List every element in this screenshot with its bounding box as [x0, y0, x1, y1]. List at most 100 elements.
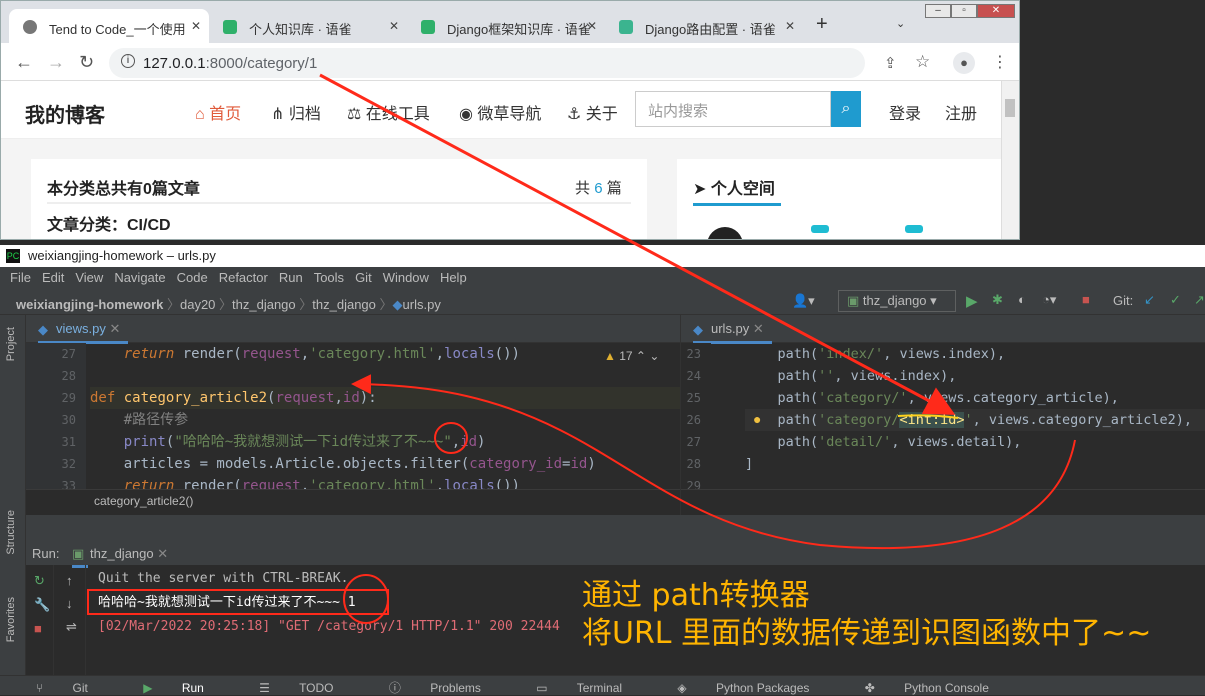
close-icon[interactable]: ✕: [389, 19, 399, 33]
crumb-folder[interactable]: day20: [180, 297, 215, 312]
tab-tend-to-code[interactable]: Tend to Code_一个使用 ✕: [9, 9, 209, 43]
close-icon[interactable]: ✕: [587, 19, 597, 33]
scrollbar-thumb[interactable]: [1005, 99, 1015, 117]
user-icon[interactable]: 👤▾: [792, 293, 815, 309]
nav-weicao[interactable]: ◉ 微草导航: [459, 100, 541, 124]
github-icon[interactable]: [707, 227, 743, 239]
forward-icon[interactable]: →: [47, 52, 65, 73]
back-icon[interactable]: ←: [15, 52, 33, 73]
tab-urls-py[interactable]: ◆ urls.py ✕: [693, 321, 772, 344]
tab-yuque-routing[interactable]: Django路由配置 · 语雀 ✕: [605, 9, 803, 43]
tab-search-icon[interactable]: ⌄: [896, 17, 905, 30]
crumb-folder[interactable]: thz_django: [312, 297, 376, 312]
close-icon[interactable]: ✕: [753, 321, 764, 336]
link-icon[interactable]: [811, 225, 829, 233]
reload-icon[interactable]: ↻: [79, 52, 94, 73]
menu-view[interactable]: View: [75, 270, 103, 285]
tab-views-py[interactable]: ◆ views.py ✕: [38, 321, 129, 344]
status-run[interactable]: ▶ Run: [143, 681, 230, 695]
menu-icon[interactable]: ⋮: [992, 52, 1008, 72]
editor-footer: [681, 489, 1205, 515]
menu-run[interactable]: Run: [279, 270, 303, 285]
register-link[interactable]: 注册: [945, 100, 977, 124]
debug-icon[interactable]: ✱: [992, 292, 1003, 308]
status-label: Run: [181, 681, 204, 695]
stop-icon[interactable]: ■: [34, 621, 53, 636]
status-python-console[interactable]: ✤ Python Console: [865, 681, 1015, 695]
line-number: 26: [686, 413, 701, 427]
structure-tool-button[interactable]: Structure: [5, 510, 17, 555]
urls-editor[interactable]: ◆ urls.py ✕ 23 24 25 26 27 28 29 path('in…: [680, 315, 1205, 515]
arrow-down-icon[interactable]: ↓: [66, 596, 85, 611]
list-icon: ☰: [259, 681, 270, 695]
close-icon[interactable]: ✕: [191, 19, 201, 33]
new-tab-button[interactable]: +: [816, 13, 828, 36]
info-icon[interactable]: i: [121, 54, 135, 68]
menu-file[interactable]: File: [10, 270, 31, 285]
personal-heading: ➤ 个人空间: [693, 175, 775, 199]
annotation-line: 通过 path转换器: [582, 578, 810, 613]
run-icon[interactable]: ▶: [966, 292, 978, 310]
git-commit-icon[interactable]: ✓: [1170, 292, 1181, 308]
close-icon[interactable]: ✕: [785, 19, 795, 33]
stop-icon[interactable]: ■: [1082, 292, 1090, 307]
tool-window-strip: Project Structure Favorites: [0, 315, 26, 675]
share-icon[interactable]: ⇪: [884, 54, 897, 72]
nav-tools[interactable]: ⚖ 在线工具: [347, 100, 430, 124]
login-link[interactable]: 登录: [889, 100, 921, 124]
coverage-icon[interactable]: ◐: [1018, 292, 1026, 307]
menu-code[interactable]: Code: [177, 270, 208, 285]
url-field[interactable]: i 127.0.0.1:8000/category/1: [109, 48, 865, 78]
function-crumb[interactable]: category_article2(): [94, 494, 193, 508]
menu-git[interactable]: Git: [355, 270, 372, 285]
run-config-select[interactable]: ▣ thz_django ▾: [838, 290, 956, 312]
code-area[interactable]: path('index/', views.index), path('', vi…: [745, 343, 1205, 497]
restore-icon[interactable]: ▫: [951, 4, 977, 18]
close-window-icon[interactable]: ✕: [977, 4, 1015, 18]
close-icon[interactable]: ✕: [109, 321, 120, 336]
code-line: path('detail/', views.detail),: [745, 434, 1022, 450]
menu-window[interactable]: Window: [383, 270, 429, 285]
page-scrollbar[interactable]: [1001, 81, 1019, 239]
star-icon[interactable]: ☆: [915, 52, 930, 72]
status-problems[interactable]: ⓘ Problems: [389, 681, 507, 695]
wrench-icon[interactable]: 🔧: [34, 597, 53, 613]
project-tool-button[interactable]: Project: [5, 327, 17, 361]
views-editor[interactable]: ◆views.py ✕ 27 28 29 30 31 32 33 34 retu…: [26, 315, 680, 515]
warning-indicator[interactable]: ▲ 17 ⌃ ⌄: [604, 349, 659, 363]
link-icon[interactable]: [905, 225, 923, 233]
crumb-folder[interactable]: thz_django: [232, 297, 296, 312]
crumb-project[interactable]: weixiangjing-homework: [16, 297, 163, 312]
crumb-file[interactable]: urls.py: [403, 297, 441, 312]
status-todo[interactable]: ☰ TODO: [259, 681, 359, 695]
minimize-icon[interactable]: –: [925, 4, 951, 18]
soft-wrap-icon[interactable]: ⇌: [66, 619, 85, 635]
nav-about[interactable]: ⚓ 关于: [567, 100, 618, 124]
favorites-tool-button[interactable]: Favorites: [5, 597, 17, 642]
git-update-icon[interactable]: ↙: [1144, 292, 1155, 308]
arrow-up-icon[interactable]: ↑: [66, 573, 85, 588]
git-push-icon[interactable]: ↗: [1194, 292, 1205, 308]
site-logo[interactable]: 我的博客: [25, 99, 105, 128]
status-python-packages[interactable]: ◈ Python Packages: [677, 681, 835, 695]
nav-archive[interactable]: ⋔ 归档: [271, 100, 321, 124]
nav-home[interactable]: ⌂ 首页: [195, 100, 241, 124]
menu-refactor[interactable]: Refactor: [219, 270, 268, 285]
menu-navigate[interactable]: Navigate: [114, 270, 165, 285]
menu-edit[interactable]: Edit: [42, 270, 64, 285]
status-terminal[interactable]: ▭ Terminal: [536, 681, 648, 695]
rerun-icon[interactable]: ↻: [34, 573, 53, 589]
git-label: Git:: [1113, 293, 1134, 308]
menu-help[interactable]: Help: [440, 270, 467, 285]
python-file-icon: ◆: [38, 322, 48, 337]
profile-run-icon[interactable]: ◔▾: [1042, 292, 1056, 308]
tab-yuque-personal[interactable]: 个人知识库 · 语雀 ✕: [209, 9, 407, 43]
lightbulb-icon[interactable]: ●: [753, 411, 761, 427]
close-icon[interactable]: ✕: [157, 546, 168, 561]
tab-yuque-django[interactable]: Django框架知识库 · 语雀 ✕: [407, 9, 605, 43]
search-button[interactable]: ⌕: [831, 91, 861, 127]
status-git[interactable]: ⑂ Git: [36, 681, 114, 695]
profile-icon[interactable]: ●: [953, 52, 975, 74]
site-search-input[interactable]: 站内搜索: [635, 91, 831, 127]
menu-tools[interactable]: Tools: [314, 270, 344, 285]
